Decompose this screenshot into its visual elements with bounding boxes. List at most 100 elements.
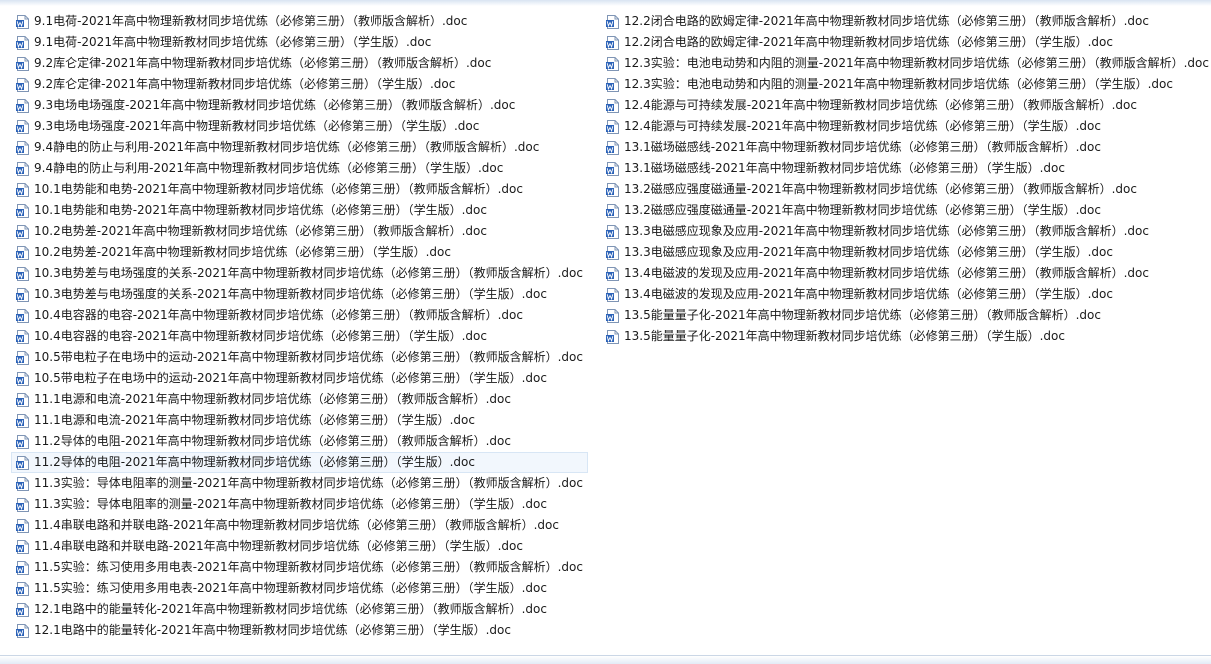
file-list-pane: 9.1电荷-2021年高中物理新教材同步培优练（必修第三册）（教师版含解析）.d… — [0, 0, 1211, 664]
file-name-label: 12.4能源与可持续发展-2021年高中物理新教材同步培优练（必修第三册）（学生… — [624, 119, 1101, 133]
file-item[interactable]: 9.4静电的防止与利用-2021年高中物理新教材同步培优练（必修第三册）（学生版… — [11, 158, 588, 179]
file-name-label: 9.1电荷-2021年高中物理新教材同步培优练（必修第三册）（学生版）.doc — [34, 35, 432, 49]
file-item[interactable]: 11.5实验：练习使用多用电表-2021年高中物理新教材同步培优练（必修第三册）… — [11, 578, 588, 599]
file-item[interactable]: 9.3电场电场强度-2021年高中物理新教材同步培优练（必修第三册）（教师版含解… — [11, 95, 588, 116]
file-item[interactable]: 13.2磁感应强度磁通量-2021年高中物理新教材同步培优练（必修第三册）（教师… — [601, 179, 1211, 200]
file-item[interactable]: 13.1磁场磁感线-2021年高中物理新教材同步培优练（必修第三册）（学生版）.… — [601, 158, 1211, 179]
word-doc-icon — [16, 602, 29, 617]
word-doc-icon — [16, 497, 29, 512]
file-item[interactable]: 12.2闭合电路的欧姆定律-2021年高中物理新教材同步培优练（必修第三册）（学… — [601, 32, 1211, 53]
file-item[interactable]: 11.3实验：导体电阻率的测量-2021年高中物理新教材同步培优练（必修第三册）… — [11, 473, 588, 494]
file-item[interactable]: 13.1磁场磁感线-2021年高中物理新教材同步培优练（必修第三册）（教师版含解… — [601, 137, 1211, 158]
file-name-label: 11.5实验：练习使用多用电表-2021年高中物理新教材同步培优练（必修第三册）… — [34, 560, 583, 574]
file-name-label: 12.3实验：电池电动势和内阻的测量-2021年高中物理新教材同步培优练（必修第… — [624, 56, 1209, 70]
word-doc-icon — [16, 308, 29, 323]
file-list-column-left: 9.1电荷-2021年高中物理新教材同步培优练（必修第三册）（教师版含解析）.d… — [11, 11, 588, 641]
pane-top-edge — [0, 0, 1211, 6]
file-name-label: 13.3电磁感应现象及应用-2021年高中物理新教材同步培优练（必修第三册）（教… — [624, 224, 1149, 238]
word-doc-icon — [606, 77, 619, 92]
file-item[interactable]: 10.3电势差与电场强度的关系-2021年高中物理新教材同步培优练（必修第三册）… — [11, 263, 588, 284]
word-doc-icon — [606, 119, 619, 134]
word-doc-icon — [16, 350, 29, 365]
word-doc-icon — [16, 287, 29, 302]
file-item[interactable]: 11.4串联电路和并联电路-2021年高中物理新教材同步培优练（必修第三册）（教… — [11, 515, 588, 536]
word-doc-icon — [16, 623, 29, 638]
file-item[interactable]: 10.1电势能和电势-2021年高中物理新教材同步培优练（必修第三册）（学生版）… — [11, 200, 588, 221]
file-name-label: 9.4静电的防止与利用-2021年高中物理新教材同步培优练（必修第三册）（教师版… — [34, 140, 540, 154]
word-doc-icon — [16, 581, 29, 596]
file-name-label: 13.4电磁波的发现及应用-2021年高中物理新教材同步培优练（必修第三册）（学… — [624, 287, 1113, 301]
file-name-label: 13.2磁感应强度磁通量-2021年高中物理新教材同步培优练（必修第三册）（教师… — [624, 182, 1137, 196]
file-item[interactable]: 12.1电路中的能量转化-2021年高中物理新教材同步培优练（必修第三册）（教师… — [11, 599, 588, 620]
file-item[interactable]: 10.5带电粒子在电场中的运动-2021年高中物理新教材同步培优练（必修第三册）… — [11, 347, 588, 368]
file-item[interactable]: 11.1电源和电流-2021年高中物理新教材同步培优练（必修第三册）（学生版）.… — [11, 410, 588, 431]
word-doc-icon — [16, 182, 29, 197]
file-item[interactable]: 13.5能量量子化-2021年高中物理新教材同步培优练（必修第三册）（教师版含解… — [601, 305, 1211, 326]
word-doc-icon — [16, 14, 29, 29]
file-name-label: 9.2库仑定律-2021年高中物理新教材同步培优练（必修第三册）（教师版含解析）… — [34, 56, 492, 70]
word-doc-icon — [606, 203, 619, 218]
file-item[interactable]: 12.3实验：电池电动势和内阻的测量-2021年高中物理新教材同步培优练（必修第… — [601, 74, 1211, 95]
file-item[interactable]: 11.4串联电路和并联电路-2021年高中物理新教材同步培优练（必修第三册）（学… — [11, 536, 588, 557]
file-item[interactable]: 10.3电势差与电场强度的关系-2021年高中物理新教材同步培优练（必修第三册）… — [11, 284, 588, 305]
file-name-label: 11.4串联电路和并联电路-2021年高中物理新教材同步培优练（必修第三册）（教… — [34, 518, 559, 532]
file-item[interactable]: 13.3电磁感应现象及应用-2021年高中物理新教材同步培优练（必修第三册）（教… — [601, 221, 1211, 242]
file-name-label: 11.3实验：导体电阻率的测量-2021年高中物理新教材同步培优练（必修第三册）… — [34, 497, 547, 511]
file-item[interactable]: 9.1电荷-2021年高中物理新教材同步培优练（必修第三册）（教师版含解析）.d… — [11, 11, 588, 32]
file-item[interactable]: 13.4电磁波的发现及应用-2021年高中物理新教材同步培优练（必修第三册）（学… — [601, 284, 1211, 305]
file-item[interactable]: 10.5带电粒子在电场中的运动-2021年高中物理新教材同步培优练（必修第三册）… — [11, 368, 588, 389]
file-item[interactable]: 12.1电路中的能量转化-2021年高中物理新教材同步培优练（必修第三册）（学生… — [11, 620, 588, 641]
file-item[interactable]: 10.4电容器的电容-2021年高中物理新教材同步培优练（必修第三册）（教师版含… — [11, 305, 588, 326]
file-item[interactable]: 13.3电磁感应现象及应用-2021年高中物理新教材同步培优练（必修第三册）（学… — [601, 242, 1211, 263]
file-name-label: 12.2闭合电路的欧姆定律-2021年高中物理新教材同步培优练（必修第三册）（教… — [624, 14, 1149, 28]
file-item[interactable]: 12.2闭合电路的欧姆定律-2021年高中物理新教材同步培优练（必修第三册）（教… — [601, 11, 1211, 32]
file-name-label: 11.2导体的电阻-2021年高中物理新教材同步培优练（必修第三册）（学生版）.… — [34, 455, 475, 469]
file-name-label: 10.3电势差与电场强度的关系-2021年高中物理新教材同步培优练（必修第三册）… — [34, 266, 583, 280]
file-item[interactable]: 10.2电势差-2021年高中物理新教材同步培优练（必修第三册）（教师版含解析）… — [11, 221, 588, 242]
file-item[interactable]: 10.2电势差-2021年高中物理新教材同步培优练（必修第三册）（学生版）.do… — [11, 242, 588, 263]
file-name-label: 11.3实验：导体电阻率的测量-2021年高中物理新教材同步培优练（必修第三册）… — [34, 476, 583, 490]
file-item[interactable]: 9.3电场电场强度-2021年高中物理新教材同步培优练（必修第三册）（学生版）.… — [11, 116, 588, 137]
file-name-label: 13.5能量量子化-2021年高中物理新教材同步培优练（必修第三册）（教师版含解… — [624, 308, 1101, 322]
file-item[interactable]: 12.3实验：电池电动势和内阻的测量-2021年高中物理新教材同步培优练（必修第… — [601, 53, 1211, 74]
word-doc-icon — [16, 266, 29, 281]
file-name-label: 13.5能量量子化-2021年高中物理新教材同步培优练（必修第三册）（学生版）.… — [624, 329, 1065, 343]
word-doc-icon — [16, 392, 29, 407]
file-name-label: 13.2磁感应强度磁通量-2021年高中物理新教材同步培优练（必修第三册）（学生… — [624, 203, 1101, 217]
file-name-label: 11.1电源和电流-2021年高中物理新教材同步培优练（必修第三册）（教师版含解… — [34, 392, 511, 406]
file-list-column-right: 12.2闭合电路的欧姆定律-2021年高中物理新教材同步培优练（必修第三册）（教… — [601, 11, 1211, 347]
file-item[interactable]: 11.3实验：导体电阻率的测量-2021年高中物理新教材同步培优练（必修第三册）… — [11, 494, 588, 515]
file-name-label: 12.3实验：电池电动势和内阻的测量-2021年高中物理新教材同步培优练（必修第… — [624, 77, 1173, 91]
file-name-label: 11.5实验：练习使用多用电表-2021年高中物理新教材同步培优练（必修第三册）… — [34, 581, 547, 595]
word-doc-icon — [606, 329, 619, 344]
file-item[interactable]: 9.4静电的防止与利用-2021年高中物理新教材同步培优练（必修第三册）（教师版… — [11, 137, 588, 158]
word-doc-icon — [16, 413, 29, 428]
file-item[interactable]: 11.5实验：练习使用多用电表-2021年高中物理新教材同步培优练（必修第三册）… — [11, 557, 588, 578]
file-item[interactable]: 9.1电荷-2021年高中物理新教材同步培优练（必修第三册）（学生版）.doc — [11, 32, 588, 53]
file-name-label: 10.4电容器的电容-2021年高中物理新教材同步培优练（必修第三册）（教师版含… — [34, 308, 523, 322]
file-name-label: 12.4能源与可持续发展-2021年高中物理新教材同步培优练（必修第三册）（教师… — [624, 98, 1137, 112]
file-name-label: 11.2导体的电阻-2021年高中物理新教材同步培优练（必修第三册）（教师版含解… — [34, 434, 511, 448]
file-item[interactable]: 9.2库仑定律-2021年高中物理新教材同步培优练（必修第三册）（教师版含解析）… — [11, 53, 588, 74]
file-name-label: 11.1电源和电流-2021年高中物理新教材同步培优练（必修第三册）（学生版）.… — [34, 413, 475, 427]
file-name-label: 10.5带电粒子在电场中的运动-2021年高中物理新教材同步培优练（必修第三册）… — [34, 371, 547, 385]
file-item[interactable]: 11.2导体的电阻-2021年高中物理新教材同步培优练（必修第三册）（教师版含解… — [11, 431, 588, 452]
file-name-label: 13.1磁场磁感线-2021年高中物理新教材同步培优练（必修第三册）（教师版含解… — [624, 140, 1101, 154]
file-item[interactable]: 11.1电源和电流-2021年高中物理新教材同步培优练（必修第三册）（教师版含解… — [11, 389, 588, 410]
file-name-label: 9.4静电的防止与利用-2021年高中物理新教材同步培优练（必修第三册）（学生版… — [34, 161, 504, 175]
file-name-label: 9.3电场电场强度-2021年高中物理新教材同步培优练（必修第三册）（学生版）.… — [34, 119, 480, 133]
file-item[interactable]: 12.4能源与可持续发展-2021年高中物理新教材同步培优练（必修第三册）（学生… — [601, 116, 1211, 137]
file-name-label: 13.1磁场磁感线-2021年高中物理新教材同步培优练（必修第三册）（学生版）.… — [624, 161, 1065, 175]
file-item[interactable]: 13.2磁感应强度磁通量-2021年高中物理新教材同步培优练（必修第三册）（学生… — [601, 200, 1211, 221]
file-item[interactable]: 11.2导体的电阻-2021年高中物理新教材同步培优练（必修第三册）（学生版）.… — [11, 452, 588, 473]
file-item[interactable]: 9.2库仑定律-2021年高中物理新教材同步培优练（必修第三册）（学生版）.do… — [11, 74, 588, 95]
word-doc-icon — [606, 182, 619, 197]
file-item[interactable]: 10.4电容器的电容-2021年高中物理新教材同步培优练（必修第三册）（学生版）… — [11, 326, 588, 347]
word-doc-icon — [16, 77, 29, 92]
file-name-label: 12.1电路中的能量转化-2021年高中物理新教材同步培优练（必修第三册）（学生… — [34, 623, 511, 637]
file-item[interactable]: 10.1电势能和电势-2021年高中物理新教材同步培优练（必修第三册）（教师版含… — [11, 179, 588, 200]
file-item[interactable]: 13.4电磁波的发现及应用-2021年高中物理新教材同步培优练（必修第三册）（教… — [601, 263, 1211, 284]
file-item[interactable]: 12.4能源与可持续发展-2021年高中物理新教材同步培优练（必修第三册）（教师… — [601, 95, 1211, 116]
word-doc-icon — [606, 98, 619, 113]
file-item[interactable]: 13.5能量量子化-2021年高中物理新教材同步培优练（必修第三册）（学生版）.… — [601, 326, 1211, 347]
